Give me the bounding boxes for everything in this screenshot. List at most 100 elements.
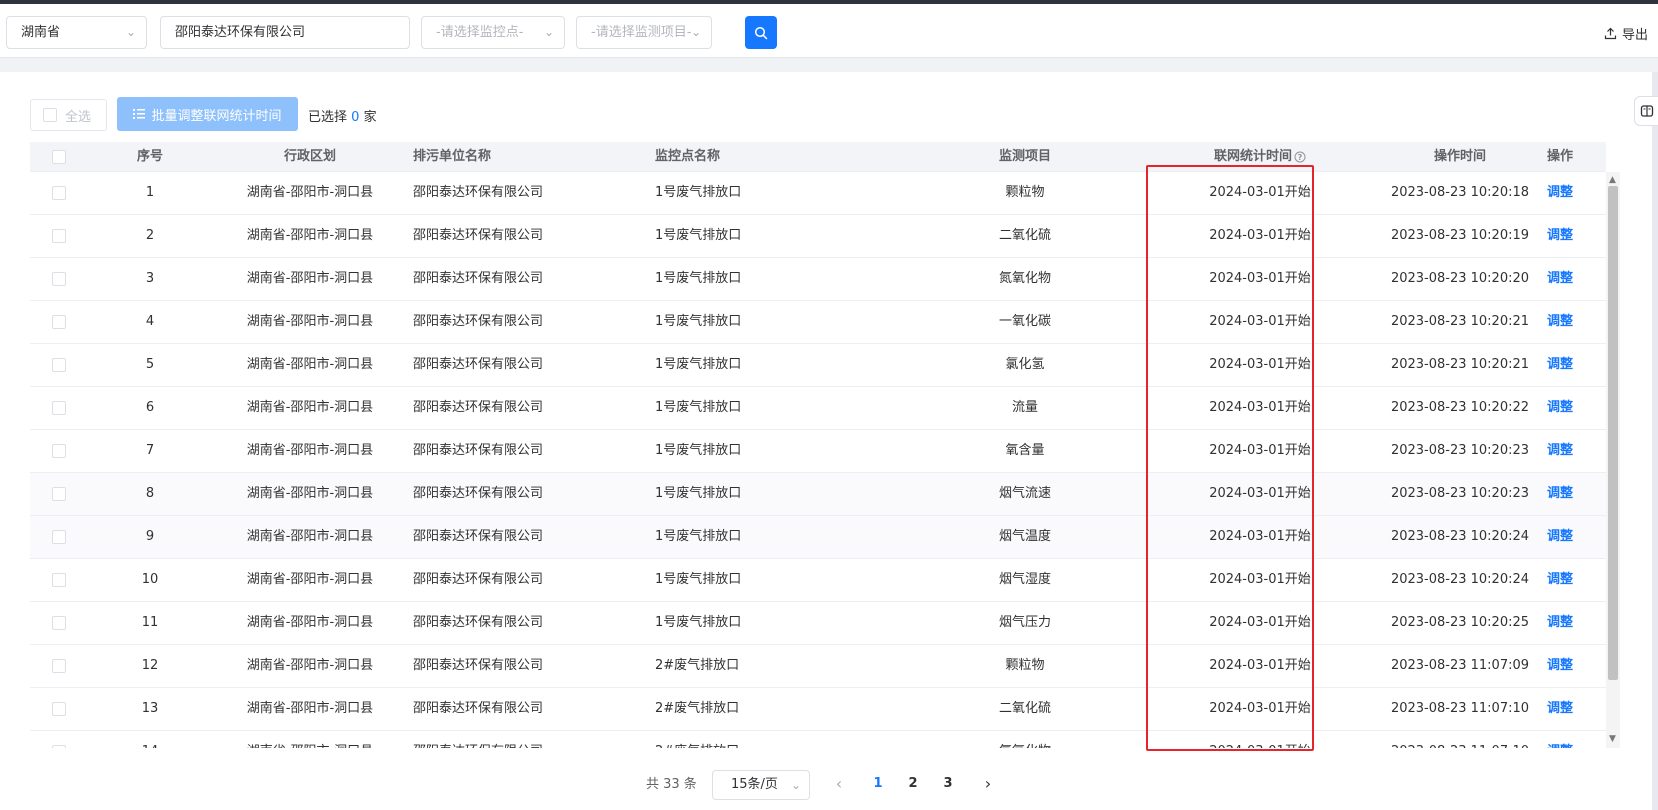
cell-item: 一氧化碳 xyxy=(998,314,1051,329)
table-row: 6 湖南省-邵阳市-洞口县 邵阳泰达环保有限公司 1号废气排放口 流量 2024-03-0… xyxy=(30,387,1606,430)
next-page-button[interactable]: › xyxy=(976,770,1000,798)
search-button[interactable] xyxy=(745,16,777,49)
page-1-button[interactable]: 1 xyxy=(866,770,890,798)
select-all-label: 全选 xyxy=(65,109,92,125)
batch-adjust-label: 批量调整联网统计时间 xyxy=(151,108,282,124)
selection-suffix: 家 xyxy=(363,110,377,125)
cell-region: 湖南省-邵阳市-洞口县 xyxy=(210,731,410,748)
cell-item: 烟气流速 xyxy=(998,486,1051,501)
table-row: 12 湖南省-邵阳市-洞口县 邵阳泰达环保有限公司 2#废气排放口 颗粒物 2024-03… xyxy=(30,645,1606,688)
table-row: 14湖南省-邵阳市-洞口县邵阳泰达环保有限公司 2#废气排放口 氮氧化物 2024-0… xyxy=(30,731,1606,748)
adjust-link[interactable]: 调整 xyxy=(1530,430,1590,473)
table-header: 序号 行政区划 排污单位名称 监控点名称 监测项目 联网统计时间 ? 操作时间 … xyxy=(30,142,1606,172)
row-checkbox[interactable] xyxy=(52,401,66,415)
cell-stat-time: 2024-03-01开始 xyxy=(1209,529,1311,544)
row-checkbox[interactable] xyxy=(52,745,66,748)
adjust-link[interactable]: 调整 xyxy=(1530,602,1590,645)
table-row: 3 湖南省-邵阳市-洞口县 邵阳泰达环保有限公司 1号废气排放口 氮氧化物 2024-03… xyxy=(30,258,1606,301)
header-checkbox[interactable] xyxy=(52,150,66,164)
cell-company: 邵阳泰达环保有限公司 xyxy=(413,701,544,716)
page-2-button[interactable]: 2 xyxy=(901,770,925,798)
adjust-link[interactable]: 调整 xyxy=(1530,387,1590,430)
company-input[interactable]: 邵阳泰达环保有限公司 xyxy=(160,16,410,49)
selection-prefix: 已选择 xyxy=(308,110,348,125)
adjust-link[interactable]: 调整 xyxy=(1530,258,1590,301)
province-select[interactable]: 湖南省 ⌄ xyxy=(6,16,147,49)
cell-stat-time: 2024-03-01开始 xyxy=(1209,400,1311,415)
cell-company: 邵阳泰达环保有限公司 xyxy=(413,443,544,458)
select-all-button[interactable]: 全选 xyxy=(30,99,107,131)
cell-region: 湖南省-邵阳市-洞口县 xyxy=(246,486,374,501)
cell-company: 邵阳泰达环保有限公司 xyxy=(413,400,544,415)
adjust-link[interactable]: 调整 xyxy=(1530,473,1590,516)
cell-no: 11 xyxy=(141,615,159,630)
cell-no: 8 xyxy=(145,486,155,501)
row-checkbox[interactable] xyxy=(52,573,66,587)
row-checkbox[interactable] xyxy=(52,229,66,243)
cell-point: 1号废气排放口 xyxy=(655,400,742,415)
row-checkbox[interactable] xyxy=(52,444,66,458)
cell-item: 烟气温度 xyxy=(998,529,1051,544)
adjust-link[interactable]: 调整 xyxy=(1530,344,1590,387)
chevron-down-icon: ⌄ xyxy=(690,25,701,39)
cell-region: 湖南省-邵阳市-洞口县 xyxy=(246,314,374,329)
row-checkbox[interactable] xyxy=(52,487,66,501)
row-checkbox[interactable] xyxy=(52,659,66,673)
cell-stat-time: 2024-03-01开始 xyxy=(1209,443,1311,458)
cell-item: 二氧化硫 xyxy=(998,228,1051,243)
scrollbar-thumb[interactable] xyxy=(1608,186,1618,680)
adjust-link[interactable]: 调整 xyxy=(1530,172,1590,215)
cell-point: 1号废气排放口 xyxy=(655,271,742,286)
cell-no: 6 xyxy=(145,400,155,415)
row-checkbox[interactable] xyxy=(52,616,66,630)
row-checkbox[interactable] xyxy=(52,530,66,544)
company-input-value: 邵阳泰达环保有限公司 xyxy=(175,25,306,40)
cell-no: 3 xyxy=(145,271,155,286)
table-scrollbar[interactable]: ▲ ▼ xyxy=(1606,172,1620,748)
selection-info: 已选择 0 家 xyxy=(308,106,377,125)
table-row: 1 湖南省-邵阳市-洞口县 邵阳泰达环保有限公司 1号废气排放口 颗粒物 2024-03-… xyxy=(30,172,1606,215)
cell-item: 流量 xyxy=(1011,400,1038,415)
cell-region: 湖南省-邵阳市-洞口县 xyxy=(246,443,374,458)
select-all-checkbox[interactable] xyxy=(43,108,57,122)
table-row: 4 湖南省-邵阳市-洞口县 邵阳泰达环保有限公司 1号废气排放口 一氧化碳 2024-03… xyxy=(30,301,1606,344)
cell-region: 湖南省-邵阳市-洞口县 xyxy=(246,185,374,200)
export-button[interactable]: 导出 xyxy=(1604,24,1648,43)
adjust-link[interactable]: 调整 xyxy=(1530,516,1590,559)
right-edge xyxy=(1652,72,1658,810)
cell-point: 2#废气排放口 xyxy=(655,658,740,673)
cell-item: 氧含量 xyxy=(1005,443,1045,458)
cell-region: 湖南省-邵阳市-洞口县 xyxy=(246,701,374,716)
row-checkbox[interactable] xyxy=(52,272,66,286)
cell-no: 13 xyxy=(141,701,159,716)
adjust-link[interactable]: 调整 xyxy=(1530,559,1590,602)
row-checkbox[interactable] xyxy=(52,315,66,329)
cell-no: 9 xyxy=(145,529,155,544)
monitor-item-select[interactable]: -请选择监测项目- ⌄ xyxy=(576,16,712,49)
cell-company: 邵阳泰达环保有限公司 xyxy=(413,731,633,748)
scroll-up-arrow[interactable]: ▲ xyxy=(1609,175,1616,185)
table-row: 2 湖南省-邵阳市-洞口县 邵阳泰达环保有限公司 1号废气排放口 二氧化硫 2024-03… xyxy=(30,215,1606,258)
adjust-link[interactable]: 调整 xyxy=(1530,731,1590,748)
row-checkbox[interactable] xyxy=(52,186,66,200)
page-3-button[interactable]: 3 xyxy=(936,770,960,798)
page-size-select[interactable]: 15条/页 ⌄ xyxy=(712,770,810,800)
side-panel-toggle[interactable] xyxy=(1634,96,1658,126)
table-row: 8 湖南省-邵阳市-洞口县 邵阳泰达环保有限公司 1号废气排放口 烟气流速 2024-03… xyxy=(30,473,1606,516)
column-header-action: 操作 xyxy=(1546,149,1573,164)
row-checkbox[interactable] xyxy=(52,702,66,716)
adjust-link[interactable]: 调整 xyxy=(1530,215,1590,258)
row-checkbox[interactable] xyxy=(52,358,66,372)
cell-region: 湖南省-邵阳市-洞口县 xyxy=(246,357,374,372)
batch-adjust-button[interactable]: 批量调整联网统计时间 xyxy=(117,97,298,131)
adjust-link[interactable]: 调整 xyxy=(1530,645,1590,688)
prev-page-button[interactable]: ‹ xyxy=(827,770,851,798)
cell-company: 邵阳泰达环保有限公司 xyxy=(413,314,544,329)
question-circle-icon[interactable]: ? xyxy=(1294,151,1306,163)
adjust-link[interactable]: 调整 xyxy=(1530,301,1590,344)
scroll-down-arrow[interactable]: ▼ xyxy=(1609,734,1616,744)
cell-region: 湖南省-邵阳市-洞口县 xyxy=(246,400,374,415)
cell-no: 1 xyxy=(145,185,155,200)
adjust-link[interactable]: 调整 xyxy=(1530,688,1590,731)
monitor-point-select[interactable]: -请选择监控点- ⌄ xyxy=(421,16,565,49)
